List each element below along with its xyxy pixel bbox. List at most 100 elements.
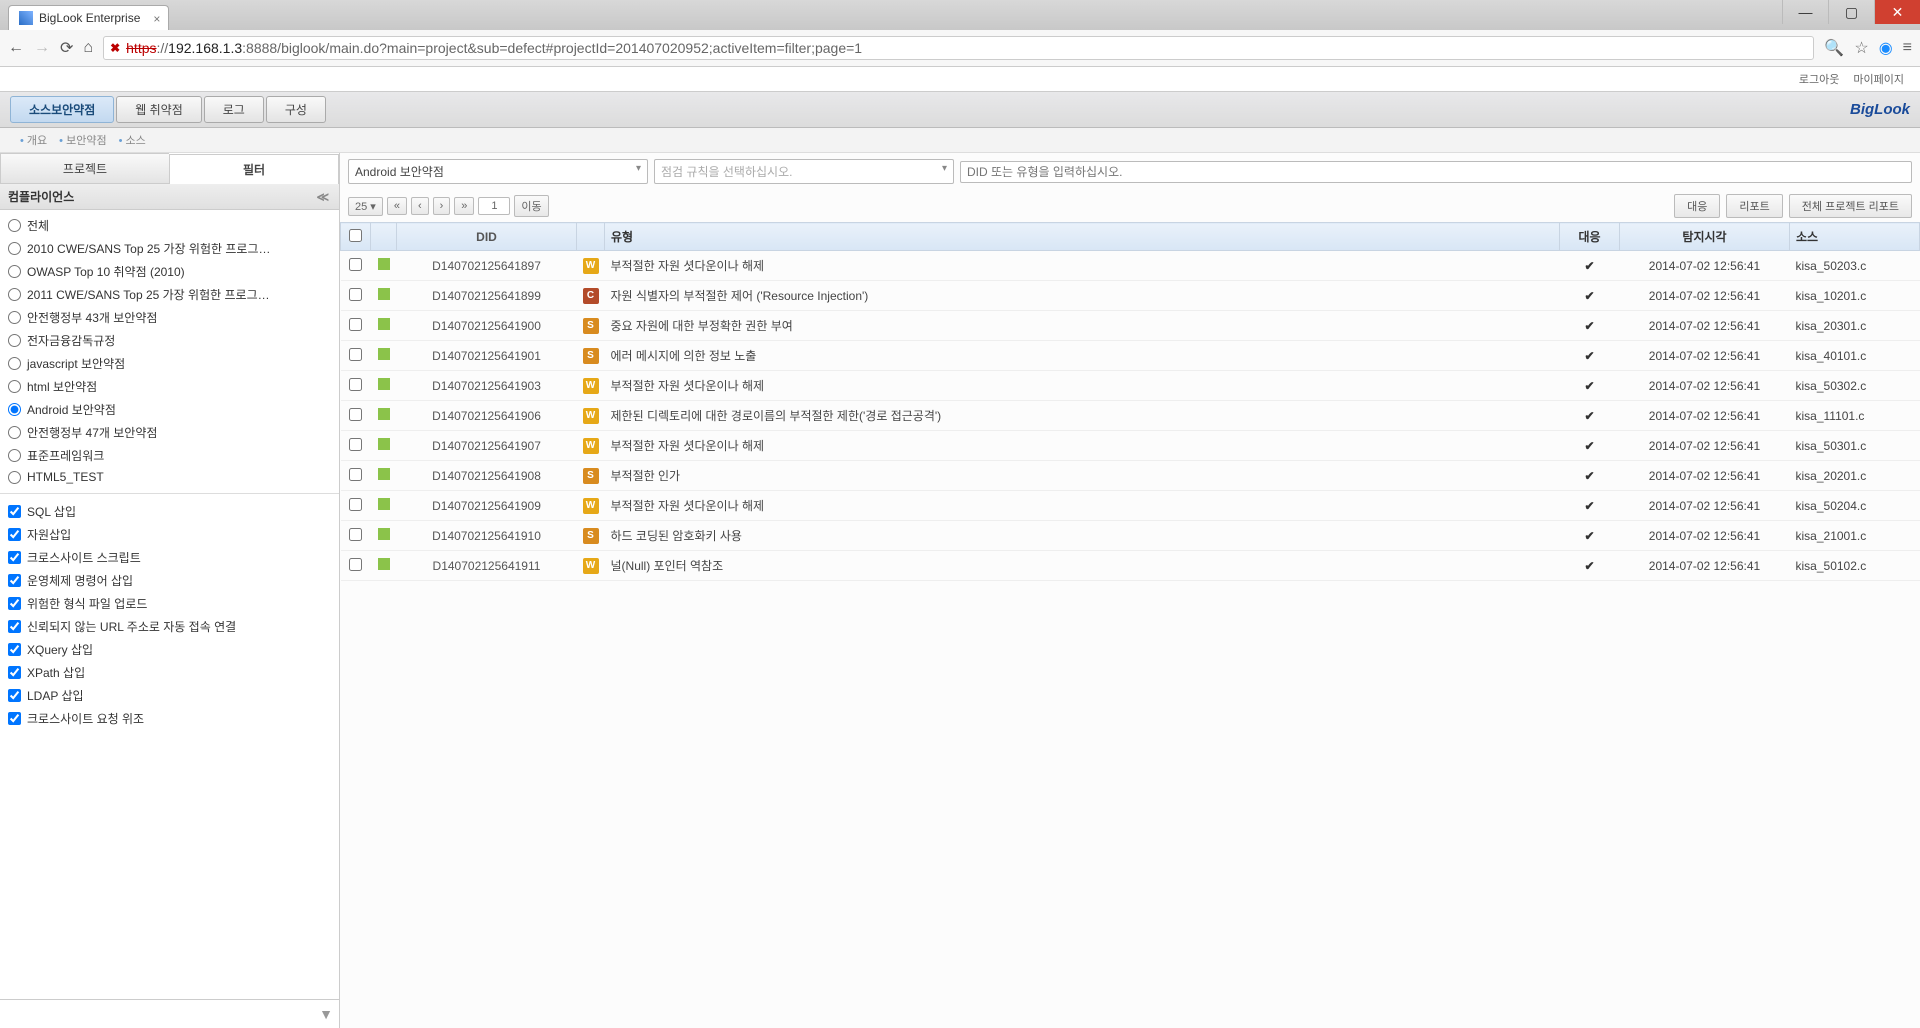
table-row[interactable]: D140702125641909W부적절한 자원 셧다운이나 해제✔2014-0… (341, 491, 1920, 521)
table-row[interactable]: D140702125641906W제한된 디렉토리에 대한 경로이름의 부적절한… (341, 401, 1920, 431)
menu-icon[interactable]: ≡ (1903, 39, 1912, 57)
row-checkbox[interactable] (349, 258, 362, 271)
pager-prev-icon[interactable]: ‹ (411, 197, 429, 215)
full-report-button[interactable]: 전체 프로젝트 리포트 (1789, 194, 1912, 218)
rule-check-3[interactable]: 운영체제 명령어 삽입 (6, 569, 333, 592)
pager-first-icon[interactable]: « (387, 197, 407, 215)
rule-check-input-9[interactable] (8, 712, 21, 725)
response-button[interactable]: 대응 (1674, 194, 1720, 218)
compliance-radio-input-8[interactable] (8, 403, 21, 416)
rule-check-input-3[interactable] (8, 574, 21, 587)
maximize-button[interactable]: ▢ (1828, 0, 1874, 24)
window-close-button[interactable]: ✕ (1874, 0, 1920, 24)
reload-icon[interactable]: ⟳ (60, 38, 73, 58)
compliance-radio-input-3[interactable] (8, 288, 21, 301)
col-src[interactable]: 소스 (1790, 223, 1920, 251)
table-row[interactable]: D140702125641911W널(Null) 포인터 역참조✔2014-07… (341, 551, 1920, 581)
rule-check-input-5[interactable] (8, 620, 21, 633)
row-checkbox[interactable] (349, 558, 362, 571)
breadcrumb-item-1[interactable]: 보안약점 (59, 132, 106, 148)
col-did[interactable]: DID (397, 223, 577, 251)
col-type[interactable]: 유형 (605, 223, 1560, 251)
compliance-radio-7[interactable]: html 보안약점 (6, 375, 333, 398)
report-button[interactable]: 리포트 (1726, 194, 1782, 218)
table-row[interactable]: D140702125641901S에러 메시지에 의한 정보 노출✔2014-0… (341, 341, 1920, 371)
row-checkbox[interactable] (349, 348, 362, 361)
pager-go-button[interactable]: 이동 (514, 195, 548, 217)
row-checkbox[interactable] (349, 378, 362, 391)
compliance-radio-input-11[interactable] (8, 471, 21, 484)
bookmark-icon[interactable]: ☆ (1854, 38, 1868, 58)
row-checkbox[interactable] (349, 498, 362, 511)
mypage-link[interactable]: 마이페이지 (1853, 71, 1904, 87)
rule-check-6[interactable]: XQuery 삽입 (6, 638, 333, 661)
pager-last-icon[interactable]: » (454, 197, 474, 215)
rule-check-input-8[interactable] (8, 689, 21, 702)
search-input[interactable] (960, 161, 1912, 183)
breadcrumb-item-2[interactable]: 소스 (119, 132, 146, 148)
rule-check-9[interactable]: 크로스사이트 요청 위조 (6, 707, 333, 730)
rule-check-input-4[interactable] (8, 597, 21, 610)
compliance-radio-10[interactable]: 표준프레임워크 (6, 444, 333, 467)
address-bar[interactable]: ✖ https://192.168.1.3:8888/biglook/main.… (103, 36, 1814, 60)
table-row[interactable]: D140702125641907W부적절한 자원 셧다운이나 해제✔2014-0… (341, 431, 1920, 461)
side-tab-filter[interactable]: 필터 (169, 154, 339, 184)
table-row[interactable]: D140702125641908S부적절한 인가✔2014-07-02 12:5… (341, 461, 1920, 491)
browser-tab[interactable]: BigLook Enterprise × (8, 5, 169, 30)
extension-icon[interactable]: ◉ (1879, 38, 1893, 58)
side-tab-project[interactable]: 프로젝트 (0, 153, 169, 183)
rule-check-2[interactable]: 크로스사이트 스크립트 (6, 546, 333, 569)
compliance-radio-0[interactable]: 전체 (6, 214, 333, 237)
row-checkbox[interactable] (349, 288, 362, 301)
rule-combo[interactable]: 점검 규칙을 선택하십시오. (654, 159, 954, 184)
col-checkbox[interactable] (341, 223, 371, 251)
home-icon[interactable]: ⌂ (83, 39, 93, 57)
col-time[interactable]: 탐지시각 (1620, 223, 1790, 251)
filter-icon[interactable]: ▼ (319, 1006, 333, 1022)
compliance-radio-input-7[interactable] (8, 380, 21, 393)
row-checkbox[interactable] (349, 408, 362, 421)
main-tab-0[interactable]: 소스보안약점 (10, 96, 114, 123)
compliance-radio-11[interactable]: HTML5_TEST (6, 467, 333, 487)
compliance-radio-3[interactable]: 2011 CWE/SANS Top 25 가장 위험한 프로그… (6, 283, 333, 306)
back-icon[interactable]: ← (8, 39, 24, 57)
rule-check-0[interactable]: SQL 삽입 (6, 500, 333, 523)
compliance-combo[interactable]: Android 보안약점 (348, 159, 648, 184)
page-size-combo[interactable]: 25 ▾ (348, 197, 383, 216)
main-tab-2[interactable]: 로그 (204, 96, 264, 123)
pager-next-icon[interactable]: › (433, 197, 451, 215)
compliance-radio-9[interactable]: 안전행정부 47개 보안약점 (6, 421, 333, 444)
minimize-button[interactable]: — (1782, 0, 1828, 24)
compliance-radio-input-1[interactable] (8, 242, 21, 255)
compliance-radio-input-6[interactable] (8, 357, 21, 370)
compliance-radio-input-10[interactable] (8, 449, 21, 462)
compliance-radio-input-0[interactable] (8, 219, 21, 232)
rule-check-input-1[interactable] (8, 528, 21, 541)
compliance-radio-input-9[interactable] (8, 426, 21, 439)
compliance-radio-input-2[interactable] (8, 265, 21, 278)
tab-close-icon[interactable]: × (153, 12, 160, 26)
rule-check-input-6[interactable] (8, 643, 21, 656)
rule-check-input-7[interactable] (8, 666, 21, 679)
row-checkbox[interactable] (349, 318, 362, 331)
rule-check-8[interactable]: LDAP 삽입 (6, 684, 333, 707)
table-row[interactable]: D140702125641899C자원 식별자의 부적절한 제어 ('Resou… (341, 281, 1920, 311)
compliance-header[interactable]: 컴플라이언스 ≪ (0, 184, 339, 210)
table-row[interactable]: D140702125641910S하드 코딩된 암호화키 사용✔2014-07-… (341, 521, 1920, 551)
main-tab-1[interactable]: 웹 취약점 (116, 96, 202, 123)
compliance-radio-5[interactable]: 전자금융감독규정 (6, 329, 333, 352)
compliance-radio-8[interactable]: Android 보안약점 (6, 398, 333, 421)
main-tab-3[interactable]: 구성 (266, 96, 326, 123)
rule-check-5[interactable]: 신뢰되지 않는 URL 주소로 자동 접속 연결 (6, 615, 333, 638)
forward-icon[interactable]: → (34, 39, 50, 57)
row-checkbox[interactable] (349, 438, 362, 451)
compliance-radio-1[interactable]: 2010 CWE/SANS Top 25 가장 위험한 프로그… (6, 237, 333, 260)
search-icon[interactable]: 🔍 (1824, 38, 1844, 58)
breadcrumb-item-0[interactable]: 개요 (20, 132, 47, 148)
page-number-input[interactable]: 1 (478, 197, 510, 215)
compliance-radio-4[interactable]: 안전행정부 43개 보안약점 (6, 306, 333, 329)
rule-check-4[interactable]: 위험한 형식 파일 업로드 (6, 592, 333, 615)
rule-check-input-2[interactable] (8, 551, 21, 564)
collapse-icon[interactable]: ≪ (316, 190, 331, 204)
col-resp[interactable]: 대응 (1560, 223, 1620, 251)
